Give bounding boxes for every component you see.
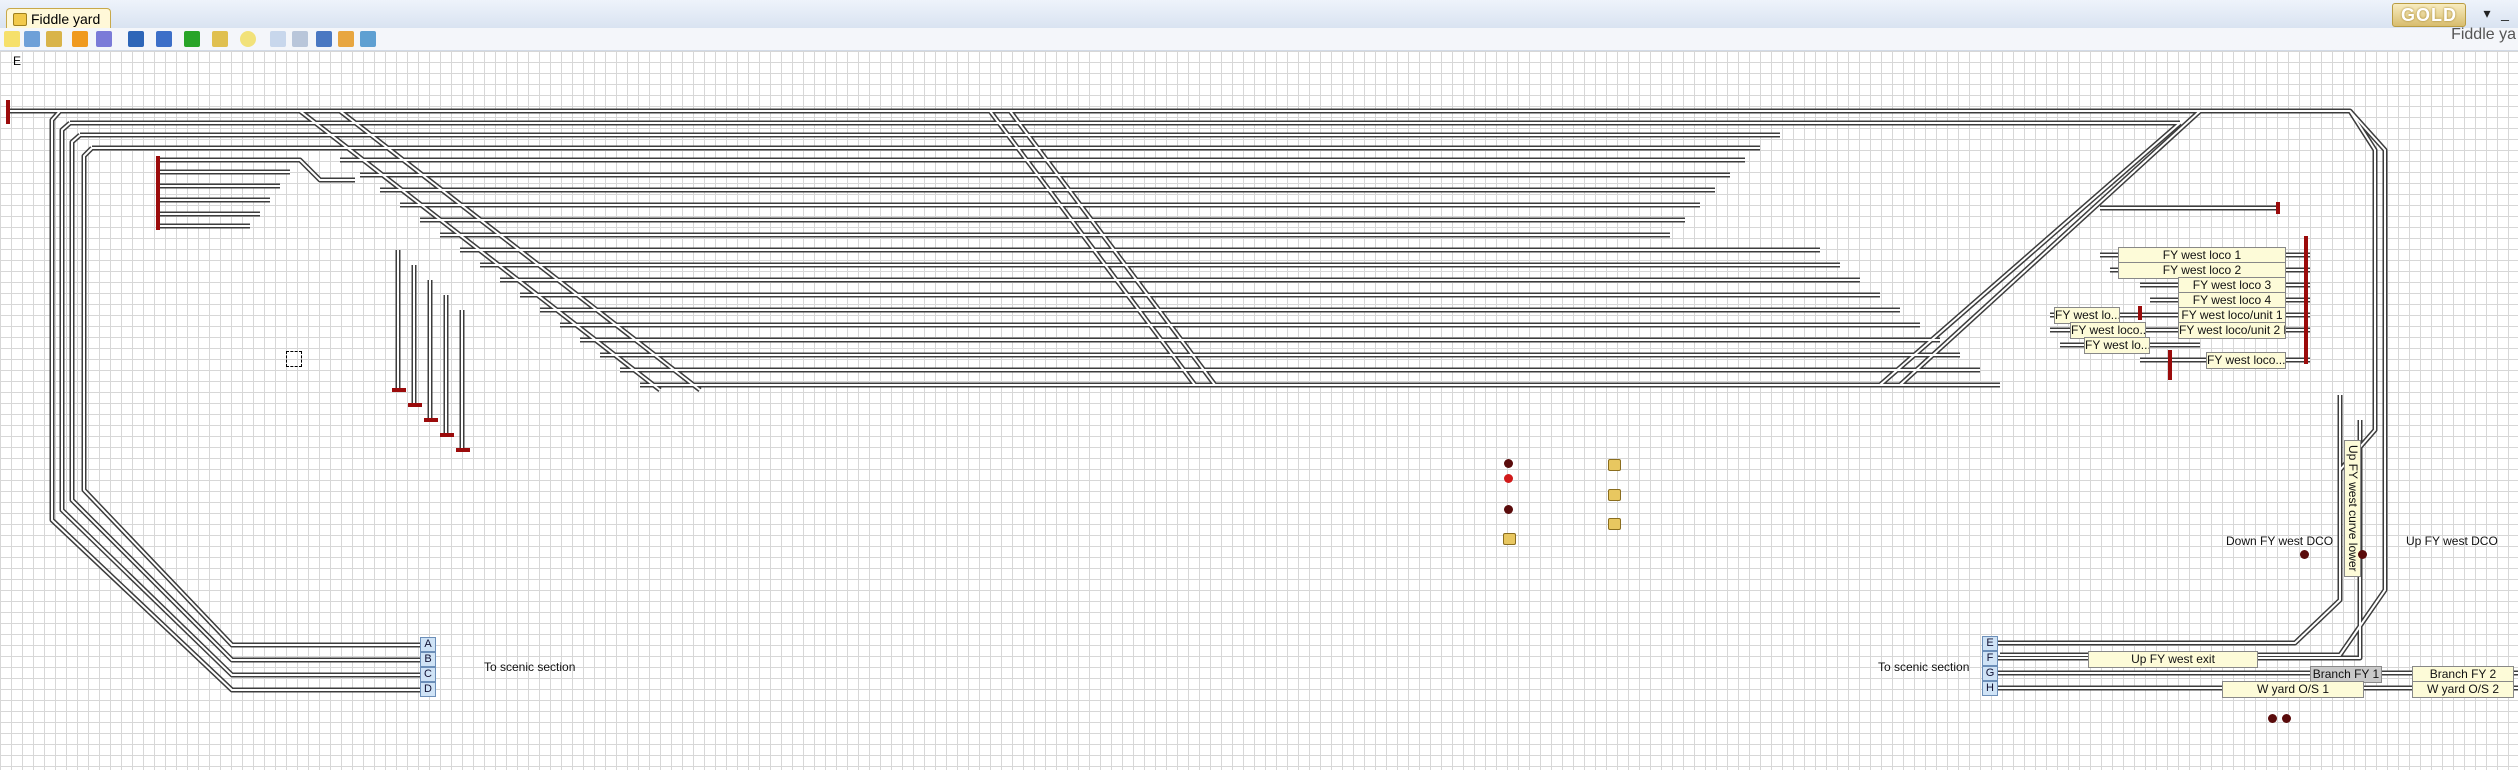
sensor-icon[interactable] [1608,459,1621,471]
exit-letter-b[interactable]: B [420,652,436,667]
indicator-lamp-2[interactable] [1504,474,1513,483]
indicator-lamp-1[interactable] [1504,459,1513,468]
down-dco-label: Down FY west DCO [2226,534,2334,548]
block-w-yard-os-1[interactable]: W yard O/S 1 [2222,681,2364,698]
exit-letter-c[interactable]: C [420,667,436,682]
exit-letter-e[interactable]: E [1982,636,1998,651]
up-dco-label: Up FY west DCO [2406,534,2498,548]
block-fy-west-loco-c[interactable]: FY west lo... [2084,337,2150,354]
exit-letter-f[interactable]: F [1982,651,1998,666]
sensor-icon[interactable] [1608,518,1621,530]
sensor-icon[interactable] [1608,489,1621,501]
block-fy-west-loco-unit-2b[interactable]: FY west loco/unit 2 b [2178,322,2286,339]
right-exit-caption: To scenic section [1878,660,1970,674]
exit-letter-a[interactable]: A [420,637,436,652]
indicator-lamp-5[interactable] [2282,714,2291,723]
indicator-lamp-4[interactable] [2268,714,2277,723]
up-dco-indicator[interactable] [2358,550,2367,559]
exit-letter-d[interactable]: D [420,682,436,697]
left-exit-caption: To scenic section [484,660,576,674]
sensor-icon[interactable] [1503,533,1516,545]
exit-letter-g[interactable]: G [1982,666,1998,681]
block-fy-west-loco-d[interactable]: FY west loco... [2206,352,2286,369]
selection-marker[interactable] [286,351,302,367]
block-w-yard-os-2[interactable]: W yard O/S 2 [2412,681,2514,698]
block-up-fy-west-exit[interactable]: Up FY west exit [2088,651,2258,668]
indicator-lamp-3[interactable] [1504,505,1513,514]
exit-letter-h[interactable]: H [1982,681,1998,696]
down-dco-indicator[interactable] [2300,550,2309,559]
